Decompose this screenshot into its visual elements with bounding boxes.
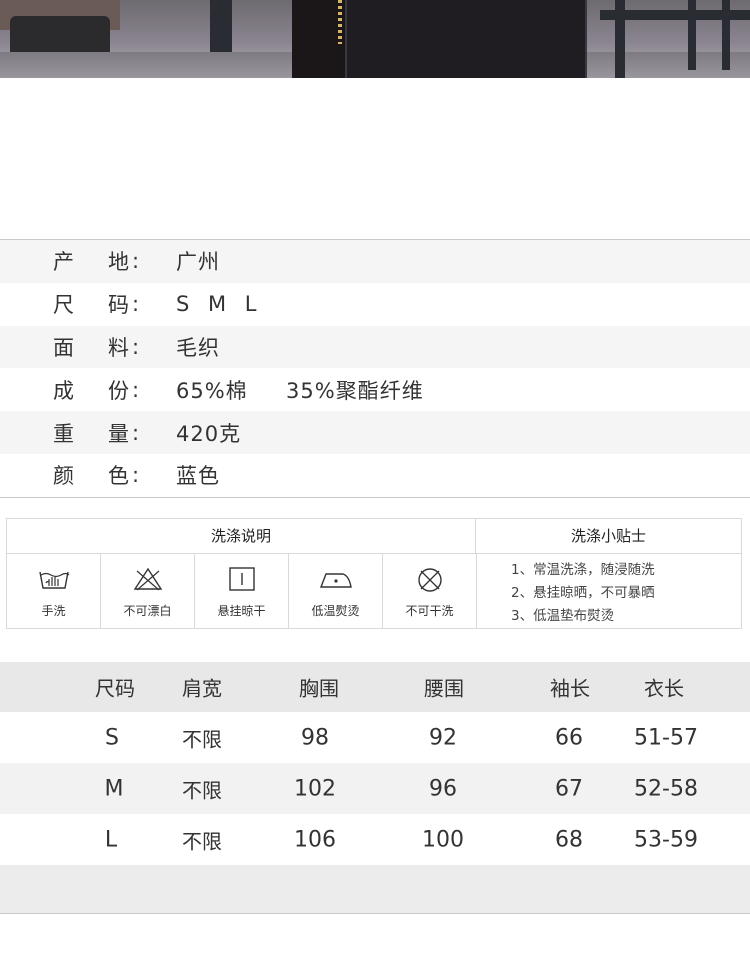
product-photo [0, 0, 750, 78]
header-sleeve: 袖长 [550, 676, 590, 701]
cell-sleeve: 68 [555, 827, 583, 852]
spec-colon: : [132, 334, 140, 359]
cell-length: 53-59 [634, 827, 698, 852]
care-tips-title: 洗涤小贴士 [475, 519, 741, 554]
no-bleach-icon [133, 567, 162, 591]
cell-length: 51-57 [634, 725, 698, 750]
size-chart-header: 尺码 肩宽 胸围 腰围 袖长 衣长 [0, 662, 750, 712]
cell-shoulder: 不限 [182, 778, 222, 802]
care-item-no-dry-clean: 不可干洗 [383, 554, 477, 628]
care-item-hand-wash: 手洗 [7, 554, 101, 628]
care-item-no-bleach: 不可漂白 [101, 554, 195, 628]
spec-colon: : [132, 463, 140, 488]
spec-value: 广州 [176, 250, 220, 275]
photo-bag-chain [338, 0, 342, 44]
cell-length: 52-58 [634, 776, 698, 801]
care-label: 手洗 [41, 604, 66, 618]
care-tip: 2、悬挂晾晒，不可暴晒 [511, 585, 655, 601]
spec-label: 产 [53, 250, 74, 275]
spec-label: 面 [53, 335, 74, 360]
hand-wash-icon [38, 571, 69, 589]
spec-colon: : [132, 377, 140, 402]
spec-label: 份 [108, 378, 129, 403]
spec-label: 色 [108, 464, 129, 489]
spec-label: 成 [53, 378, 74, 403]
header-shoulder: 肩宽 [182, 676, 222, 701]
spec-row-fabric: 面 料 : 毛织 [0, 325, 750, 369]
size-row-l: L 不限 106 100 68 53-59 [0, 814, 750, 865]
cell-chest: 102 [294, 776, 336, 801]
size-chart: 尺码 肩宽 胸围 腰围 袖长 衣长 S 不限 98 92 66 51-57 M … [0, 662, 750, 914]
photo-chair-post [722, 0, 730, 70]
cell-size: S [105, 725, 119, 750]
care-item-hang-dry: 悬挂晾干 [195, 554, 289, 628]
care-tips: 1、常温洗涤，随浸随洗 2、悬挂晾晒，不可暴晒 3、低温垫布熨烫 [475, 554, 741, 628]
cell-shoulder: 不限 [182, 727, 222, 751]
product-spec-list: 产 地 : 广州 尺 码 : S M L 面 料 : 毛织 成 份 : 65%棉… [0, 239, 750, 498]
photo-handbag [345, 0, 587, 78]
spec-row-size: 尺 码 : S M L [0, 282, 750, 326]
spec-label: 地 [108, 250, 129, 275]
care-tip: 3、低温垫布熨烫 [511, 608, 615, 624]
low-iron-icon [319, 573, 352, 588]
spec-label: 尺 [53, 293, 74, 318]
size-row-m: M 不限 102 96 67 52-58 [0, 763, 750, 814]
spec-colon: : [132, 420, 140, 445]
spec-label: 码 [108, 293, 129, 318]
cell-sleeve: 66 [555, 725, 583, 750]
spec-colon: : [132, 292, 140, 317]
spec-value: 蓝色 [176, 464, 220, 489]
care-title: 洗涤说明 [7, 519, 475, 554]
header-size: 尺码 [95, 676, 135, 701]
spec-label: 料 [108, 335, 129, 360]
care-item-low-iron: 低温熨烫 [289, 554, 383, 628]
header-length: 衣长 [644, 676, 684, 701]
spec-value: S M L [176, 292, 263, 317]
cell-chest: 98 [301, 725, 329, 750]
cell-size: L [104, 827, 118, 852]
care-tip: 1、常温洗涤，随浸随洗 [511, 562, 655, 578]
cell-waist: 96 [429, 776, 457, 801]
cell-shoulder: 不限 [182, 829, 222, 853]
spec-row-weight: 重 量 : 420克 [0, 411, 750, 454]
care-label: 悬挂晾干 [217, 604, 266, 618]
spec-row-origin: 产 地 : 广州 [0, 240, 750, 283]
care-label: 低温熨烫 [311, 604, 360, 618]
header-waist: 腰围 [424, 676, 464, 701]
spec-value: 420克 [176, 421, 242, 446]
spec-value: 毛织 [176, 335, 220, 360]
care-label: 不可漂白 [123, 604, 172, 618]
spec-value: 65%棉 35%聚酯纤维 [176, 378, 424, 403]
spec-row-composition: 成 份 : 65%棉 35%聚酯纤维 [0, 368, 750, 412]
size-chart-footer [0, 865, 750, 913]
spec-label: 量 [108, 421, 129, 446]
care-instructions-table: 洗涤说明 洗涤小贴士 手洗 不可漂白 悬挂晾干 低温熨烫 不可干洗 1、常温洗涤… [6, 518, 742, 629]
cell-waist: 92 [429, 725, 457, 750]
no-dry-clean-icon [417, 568, 442, 592]
size-row-s: S 不限 98 92 66 51-57 [0, 712, 750, 763]
spec-colon: : [132, 249, 140, 274]
photo-chair-post [688, 0, 696, 70]
cell-sleeve: 67 [555, 776, 583, 801]
spec-label: 颜 [53, 464, 74, 489]
care-label: 不可干洗 [405, 604, 454, 618]
cell-waist: 100 [422, 827, 464, 852]
hang-dry-icon [228, 567, 255, 591]
cell-size: M [104, 776, 124, 801]
header-chest: 胸围 [299, 676, 339, 701]
spec-label: 重 [53, 421, 74, 446]
cell-chest: 106 [294, 827, 336, 852]
spec-row-color: 颜 色 : 蓝色 [0, 453, 750, 497]
